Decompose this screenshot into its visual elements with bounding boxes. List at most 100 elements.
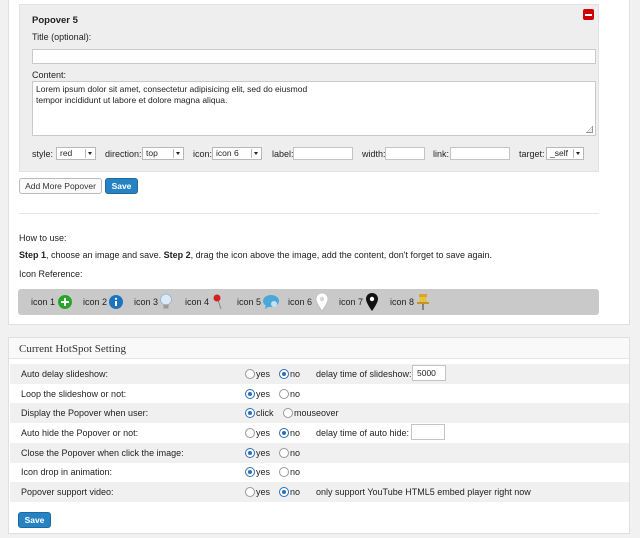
radio-no[interactable]: no bbox=[279, 447, 300, 459]
content-line-1: Lorem ipsum dolor sit amet, consectetur … bbox=[36, 84, 308, 94]
icon-ref-item-1: icon 1 bbox=[31, 296, 55, 308]
radio-icon bbox=[245, 369, 255, 379]
setting-label: Close the Popover when click the image: bbox=[21, 448, 184, 458]
icon-ref-label: icon 2 bbox=[83, 297, 108, 307]
target-label: target: bbox=[519, 149, 545, 159]
popover-box: Popover 5 Title (optional): Content: Lor… bbox=[19, 4, 599, 172]
setting-row-display: Display the Popover when user: click mou… bbox=[10, 403, 629, 423]
icon-ref-label: icon 1 bbox=[31, 297, 56, 307]
radio-no[interactable]: no bbox=[279, 368, 300, 380]
radio-selected-icon bbox=[245, 467, 255, 477]
lightbulb-icon bbox=[160, 293, 172, 309]
style-select[interactable]: red bbox=[56, 147, 96, 160]
chevron-down-icon bbox=[173, 149, 182, 158]
step2-text: , drag the icon above the image, add the… bbox=[190, 250, 493, 260]
save-button[interactable]: Save bbox=[105, 178, 138, 194]
direction-select-value: top bbox=[146, 148, 158, 158]
delay-slideshow-label: delay time of slideshow: bbox=[316, 369, 412, 379]
divider bbox=[19, 213, 599, 214]
howto-heading: How to use: bbox=[19, 233, 67, 243]
radio-no[interactable]: no bbox=[279, 466, 300, 478]
radio-label: no bbox=[290, 448, 301, 458]
radio-icon bbox=[279, 448, 289, 458]
radio-no[interactable]: no bbox=[279, 486, 300, 498]
label-input[interactable] bbox=[293, 147, 353, 160]
setting-row-auto-hide: Auto hide the Popover or not: yes no del… bbox=[10, 423, 629, 443]
style-select-value: red bbox=[60, 148, 73, 158]
icon-ref-item-5: icon 5 bbox=[237, 296, 261, 308]
settings-title: Current HotSpot Setting bbox=[19, 343, 126, 355]
add-more-popover-button[interactable]: Add More Popover bbox=[19, 178, 102, 194]
popover-controls: style: red direction: top icon: icon 6 l… bbox=[32, 147, 598, 161]
radio-label: yes bbox=[256, 487, 271, 497]
radio-yes[interactable]: yes bbox=[245, 486, 270, 498]
delay-slideshow-input[interactable]: 5000 bbox=[412, 365, 446, 381]
radio-mouseover[interactable]: mouseover bbox=[283, 407, 339, 419]
direction-label: direction: bbox=[105, 149, 142, 159]
remove-popover-icon[interactable] bbox=[583, 9, 594, 20]
radio-yes[interactable]: yes bbox=[245, 368, 270, 380]
popover-editor-panel: Popover 5 Title (optional): Content: Lor… bbox=[8, 0, 630, 325]
setting-label: Popover support video: bbox=[21, 487, 114, 497]
title-input[interactable] bbox=[32, 49, 596, 64]
content-textarea[interactable]: Lorem ipsum dolor sit amet, consectetur … bbox=[32, 81, 596, 136]
speech-bubble-icon bbox=[263, 295, 279, 309]
setting-label: Loop the slideshow or not: bbox=[21, 389, 127, 399]
icon-ref-item-4: icon 4 bbox=[185, 296, 209, 308]
icon-ref-label: icon 4 bbox=[185, 297, 210, 307]
white-map-marker-icon bbox=[315, 292, 329, 312]
radio-selected-icon bbox=[279, 487, 289, 497]
icon-select[interactable]: icon 6 bbox=[212, 147, 262, 160]
setting-row-icon-drop: Icon drop in animation: yes no bbox=[10, 462, 629, 482]
radio-yes[interactable]: yes bbox=[245, 427, 270, 439]
chevron-down-icon bbox=[85, 149, 94, 158]
step2-bold: Step 2 bbox=[163, 250, 191, 260]
radio-label: yes bbox=[256, 369, 271, 379]
green-plus-icon bbox=[58, 295, 72, 309]
setting-label: Display the Popover when user: bbox=[21, 408, 149, 418]
radio-label: yes bbox=[256, 467, 271, 477]
step1-bold: Step 1 bbox=[19, 250, 47, 260]
radio-selected-icon bbox=[245, 408, 255, 418]
icon-ref-label: icon 3 bbox=[134, 297, 159, 307]
icon-reference-strip: icon 1 icon 2 icon 3 icon 4 icon 5 icon … bbox=[18, 289, 599, 315]
radio-selected-icon bbox=[245, 448, 255, 458]
setting-row-video: Popover support video: yes no only suppo… bbox=[10, 482, 629, 502]
icon-ref-label: icon 5 bbox=[237, 297, 262, 307]
radio-selected-icon bbox=[279, 369, 289, 379]
radio-icon bbox=[279, 467, 289, 477]
link-input[interactable] bbox=[450, 147, 510, 160]
radio-no[interactable]: no bbox=[279, 388, 300, 400]
radio-selected-icon bbox=[279, 428, 289, 438]
radio-label: no bbox=[290, 389, 301, 399]
radio-yes[interactable]: yes bbox=[245, 466, 270, 478]
target-select[interactable]: _self bbox=[546, 147, 584, 160]
radio-selected-icon bbox=[245, 389, 255, 399]
radio-no[interactable]: no bbox=[279, 427, 300, 439]
red-pin-icon bbox=[213, 294, 222, 310]
resize-grip-icon[interactable] bbox=[586, 126, 593, 133]
settings-save-button[interactable]: Save bbox=[18, 512, 51, 528]
radio-yes[interactable]: yes bbox=[245, 388, 270, 400]
label-label: label: bbox=[272, 149, 294, 159]
link-label: link: bbox=[433, 149, 450, 159]
radio-label: yes bbox=[256, 448, 271, 458]
blue-info-icon bbox=[109, 295, 123, 309]
content-label: Content: bbox=[32, 70, 67, 80]
radio-yes[interactable]: yes bbox=[245, 447, 270, 459]
direction-select[interactable]: top bbox=[142, 147, 184, 160]
icon-ref-item-8: icon 8 bbox=[390, 296, 414, 308]
target-select-value: _self bbox=[550, 148, 568, 158]
delay-auto-hide-label: delay time of auto hide: bbox=[316, 428, 410, 438]
step1-text: , choose an image and save. bbox=[46, 250, 164, 260]
radio-label: yes bbox=[256, 428, 271, 438]
radio-click[interactable]: click bbox=[245, 407, 274, 419]
setting-label: Icon drop in animation: bbox=[21, 467, 113, 477]
radio-label: no bbox=[290, 369, 301, 379]
video-note: only support YouTube HTML5 embed player … bbox=[316, 487, 531, 497]
width-input[interactable] bbox=[385, 147, 425, 160]
delay-auto-hide-input[interactable] bbox=[411, 424, 445, 440]
icon-ref-item-7: icon 7 bbox=[339, 296, 363, 308]
style-label: style: bbox=[32, 149, 54, 159]
radio-label: click bbox=[256, 408, 274, 418]
